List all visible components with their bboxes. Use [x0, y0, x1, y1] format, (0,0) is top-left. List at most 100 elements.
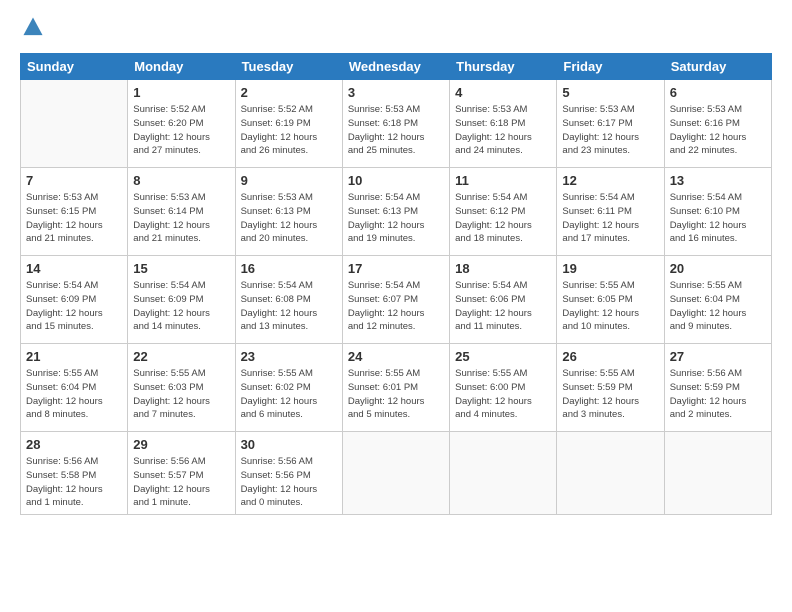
day-info: Sunrise: 5:55 AM Sunset: 6:04 PM Dayligh…	[26, 367, 122, 422]
day-header-saturday: Saturday	[664, 54, 771, 80]
week-row-3: 14Sunrise: 5:54 AM Sunset: 6:09 PM Dayli…	[21, 256, 772, 344]
day-info: Sunrise: 5:54 AM Sunset: 6:07 PM Dayligh…	[348, 279, 444, 334]
day-info: Sunrise: 5:55 AM Sunset: 6:00 PM Dayligh…	[455, 367, 551, 422]
day-info: Sunrise: 5:56 AM Sunset: 5:57 PM Dayligh…	[133, 455, 229, 510]
day-number: 1	[133, 84, 229, 102]
empty-cell-4-3	[342, 432, 449, 515]
day-number: 8	[133, 172, 229, 190]
page: SundayMondayTuesdayWednesdayThursdayFrid…	[0, 0, 792, 612]
day-cell-28: 28Sunrise: 5:56 AM Sunset: 5:58 PM Dayli…	[21, 432, 128, 515]
day-info: Sunrise: 5:54 AM Sunset: 6:13 PM Dayligh…	[348, 191, 444, 246]
day-cell-2: 2Sunrise: 5:52 AM Sunset: 6:19 PM Daylig…	[235, 80, 342, 168]
day-cell-22: 22Sunrise: 5:55 AM Sunset: 6:03 PM Dayli…	[128, 344, 235, 432]
day-info: Sunrise: 5:56 AM Sunset: 5:58 PM Dayligh…	[26, 455, 122, 510]
day-info: Sunrise: 5:54 AM Sunset: 6:09 PM Dayligh…	[26, 279, 122, 334]
day-number: 28	[26, 436, 122, 454]
calendar-table: SundayMondayTuesdayWednesdayThursdayFrid…	[20, 53, 772, 515]
day-number: 23	[241, 348, 337, 366]
day-cell-20: 20Sunrise: 5:55 AM Sunset: 6:04 PM Dayli…	[664, 256, 771, 344]
day-info: Sunrise: 5:54 AM Sunset: 6:11 PM Dayligh…	[562, 191, 658, 246]
day-cell-1: 1Sunrise: 5:52 AM Sunset: 6:20 PM Daylig…	[128, 80, 235, 168]
day-number: 7	[26, 172, 122, 190]
day-info: Sunrise: 5:54 AM Sunset: 6:08 PM Dayligh…	[241, 279, 337, 334]
day-number: 29	[133, 436, 229, 454]
day-info: Sunrise: 5:52 AM Sunset: 6:20 PM Dayligh…	[133, 103, 229, 158]
day-cell-17: 17Sunrise: 5:54 AM Sunset: 6:07 PM Dayli…	[342, 256, 449, 344]
day-cell-7: 7Sunrise: 5:53 AM Sunset: 6:15 PM Daylig…	[21, 168, 128, 256]
day-number: 13	[670, 172, 766, 190]
day-info: Sunrise: 5:53 AM Sunset: 6:13 PM Dayligh…	[241, 191, 337, 246]
week-row-1: 1Sunrise: 5:52 AM Sunset: 6:20 PM Daylig…	[21, 80, 772, 168]
day-cell-30: 30Sunrise: 5:56 AM Sunset: 5:56 PM Dayli…	[235, 432, 342, 515]
day-number: 12	[562, 172, 658, 190]
day-info: Sunrise: 5:56 AM Sunset: 5:59 PM Dayligh…	[670, 367, 766, 422]
day-info: Sunrise: 5:54 AM Sunset: 6:12 PM Dayligh…	[455, 191, 551, 246]
day-cell-27: 27Sunrise: 5:56 AM Sunset: 5:59 PM Dayli…	[664, 344, 771, 432]
day-header-monday: Monday	[128, 54, 235, 80]
day-number: 15	[133, 260, 229, 278]
day-cell-3: 3Sunrise: 5:53 AM Sunset: 6:18 PM Daylig…	[342, 80, 449, 168]
day-info: Sunrise: 5:53 AM Sunset: 6:18 PM Dayligh…	[455, 103, 551, 158]
day-cell-18: 18Sunrise: 5:54 AM Sunset: 6:06 PM Dayli…	[450, 256, 557, 344]
day-info: Sunrise: 5:54 AM Sunset: 6:09 PM Dayligh…	[133, 279, 229, 334]
day-cell-26: 26Sunrise: 5:55 AM Sunset: 5:59 PM Dayli…	[557, 344, 664, 432]
logo	[20, 16, 48, 43]
day-info: Sunrise: 5:56 AM Sunset: 5:56 PM Dayligh…	[241, 455, 337, 510]
day-number: 18	[455, 260, 551, 278]
day-info: Sunrise: 5:55 AM Sunset: 6:02 PM Dayligh…	[241, 367, 337, 422]
day-cell-14: 14Sunrise: 5:54 AM Sunset: 6:09 PM Dayli…	[21, 256, 128, 344]
day-number: 4	[455, 84, 551, 102]
day-number: 17	[348, 260, 444, 278]
day-info: Sunrise: 5:55 AM Sunset: 6:04 PM Dayligh…	[670, 279, 766, 334]
day-cell-4: 4Sunrise: 5:53 AM Sunset: 6:18 PM Daylig…	[450, 80, 557, 168]
day-cell-15: 15Sunrise: 5:54 AM Sunset: 6:09 PM Dayli…	[128, 256, 235, 344]
day-header-thursday: Thursday	[450, 54, 557, 80]
day-number: 3	[348, 84, 444, 102]
day-header-tuesday: Tuesday	[235, 54, 342, 80]
day-number: 14	[26, 260, 122, 278]
day-info: Sunrise: 5:53 AM Sunset: 6:16 PM Dayligh…	[670, 103, 766, 158]
day-number: 16	[241, 260, 337, 278]
day-header-sunday: Sunday	[21, 54, 128, 80]
day-info: Sunrise: 5:54 AM Sunset: 6:10 PM Dayligh…	[670, 191, 766, 246]
day-cell-24: 24Sunrise: 5:55 AM Sunset: 6:01 PM Dayli…	[342, 344, 449, 432]
day-number: 19	[562, 260, 658, 278]
logo-icon	[22, 16, 44, 38]
day-number: 9	[241, 172, 337, 190]
day-info: Sunrise: 5:53 AM Sunset: 6:18 PM Dayligh…	[348, 103, 444, 158]
day-number: 30	[241, 436, 337, 454]
day-number: 25	[455, 348, 551, 366]
day-info: Sunrise: 5:55 AM Sunset: 6:03 PM Dayligh…	[133, 367, 229, 422]
header	[20, 16, 772, 43]
day-cell-25: 25Sunrise: 5:55 AM Sunset: 6:00 PM Dayli…	[450, 344, 557, 432]
day-cell-29: 29Sunrise: 5:56 AM Sunset: 5:57 PM Dayli…	[128, 432, 235, 515]
day-info: Sunrise: 5:53 AM Sunset: 6:15 PM Dayligh…	[26, 191, 122, 246]
day-header-wednesday: Wednesday	[342, 54, 449, 80]
day-header-friday: Friday	[557, 54, 664, 80]
day-cell-23: 23Sunrise: 5:55 AM Sunset: 6:02 PM Dayli…	[235, 344, 342, 432]
day-number: 26	[562, 348, 658, 366]
day-cell-12: 12Sunrise: 5:54 AM Sunset: 6:11 PM Dayli…	[557, 168, 664, 256]
empty-cell-0-0	[21, 80, 128, 168]
day-info: Sunrise: 5:52 AM Sunset: 6:19 PM Dayligh…	[241, 103, 337, 158]
empty-cell-4-5	[557, 432, 664, 515]
day-cell-6: 6Sunrise: 5:53 AM Sunset: 6:16 PM Daylig…	[664, 80, 771, 168]
day-cell-16: 16Sunrise: 5:54 AM Sunset: 6:08 PM Dayli…	[235, 256, 342, 344]
week-row-5: 28Sunrise: 5:56 AM Sunset: 5:58 PM Dayli…	[21, 432, 772, 515]
day-number: 21	[26, 348, 122, 366]
header-row: SundayMondayTuesdayWednesdayThursdayFrid…	[21, 54, 772, 80]
day-cell-5: 5Sunrise: 5:53 AM Sunset: 6:17 PM Daylig…	[557, 80, 664, 168]
day-cell-11: 11Sunrise: 5:54 AM Sunset: 6:12 PM Dayli…	[450, 168, 557, 256]
day-info: Sunrise: 5:55 AM Sunset: 6:01 PM Dayligh…	[348, 367, 444, 422]
day-cell-19: 19Sunrise: 5:55 AM Sunset: 6:05 PM Dayli…	[557, 256, 664, 344]
day-info: Sunrise: 5:55 AM Sunset: 6:05 PM Dayligh…	[562, 279, 658, 334]
day-number: 11	[455, 172, 551, 190]
week-row-4: 21Sunrise: 5:55 AM Sunset: 6:04 PM Dayli…	[21, 344, 772, 432]
day-number: 24	[348, 348, 444, 366]
day-cell-9: 9Sunrise: 5:53 AM Sunset: 6:13 PM Daylig…	[235, 168, 342, 256]
empty-cell-4-4	[450, 432, 557, 515]
empty-cell-4-6	[664, 432, 771, 515]
day-info: Sunrise: 5:53 AM Sunset: 6:17 PM Dayligh…	[562, 103, 658, 158]
day-number: 2	[241, 84, 337, 102]
day-cell-10: 10Sunrise: 5:54 AM Sunset: 6:13 PM Dayli…	[342, 168, 449, 256]
